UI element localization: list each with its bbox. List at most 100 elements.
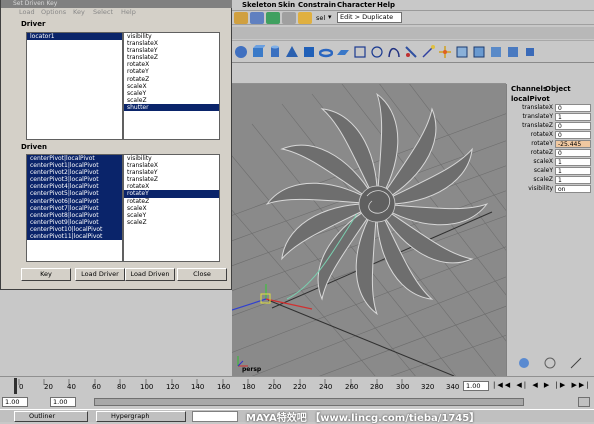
cube-icon[interactable]	[251, 45, 265, 59]
locator-icon[interactable]	[472, 45, 486, 59]
move-tool-icon[interactable]	[517, 356, 531, 370]
list-item[interactable]: rotateX	[124, 61, 219, 68]
list-item[interactable]: scaleY	[124, 90, 219, 97]
menu-help[interactable]: Help	[377, 1, 395, 9]
plane-icon[interactable]	[336, 45, 350, 59]
curve-tool-icon[interactable]	[387, 45, 401, 59]
menu-constrain[interactable]: Constrain	[298, 1, 336, 9]
hypergraph-button[interactable]: Hypergraph	[96, 411, 186, 422]
list-item[interactable]: rotateX	[124, 183, 219, 190]
list-item[interactable]: centerPivot1|localPivot	[27, 162, 122, 170]
persp-viewport[interactable]: persp	[232, 84, 506, 376]
render-icon[interactable]	[298, 12, 312, 24]
range-slider-bar[interactable]	[94, 398, 524, 406]
menu-key[interactable]: Key	[73, 8, 85, 16]
playback-controls[interactable]: |◀◀ ◀| ◀ ▶ |▶ ▶▶|	[493, 381, 591, 389]
list-item[interactable]: centerPivot9|localPivot	[27, 218, 122, 226]
list-item[interactable]: scaleX	[124, 83, 219, 90]
list-item[interactable]: centerPivot|localPivot	[27, 155, 122, 163]
lattice-icon[interactable]	[438, 45, 452, 59]
load-driver-button[interactable]: Load Driver	[75, 268, 125, 281]
cone-icon[interactable]	[285, 45, 299, 59]
channel-row-scaley[interactable]: scaleY 1	[507, 167, 594, 176]
quick-command-input[interactable]: Edit > Duplicate	[337, 12, 402, 23]
key-button[interactable]: Key	[21, 268, 71, 281]
channel-row-visibility[interactable]: visibility on	[507, 185, 594, 194]
channel-value-field[interactable]: 0	[555, 131, 591, 139]
list-item[interactable]: translateX	[124, 162, 219, 169]
list-item[interactable]: translateY	[124, 169, 219, 176]
channel-row-rotatex[interactable]: rotateX 0	[507, 131, 594, 140]
list-item[interactable]: centerPivot7|localPivot	[27, 204, 122, 212]
load-driven-button[interactable]: Load Driven	[125, 268, 175, 281]
start-time-field[interactable]: 1.00	[2, 397, 28, 407]
list-item[interactable]: visibility	[124, 155, 219, 162]
channel-value-field[interactable]: 1	[555, 113, 591, 121]
list-item[interactable]: centerPivot8|localPivot	[27, 211, 122, 219]
viewport-scene[interactable]	[232, 84, 506, 376]
channel-row-translatex[interactable]: translateX 0	[507, 104, 594, 113]
list-item[interactable]: scaleX	[124, 205, 219, 212]
channel-value-field[interactable]: 1	[555, 158, 591, 166]
channel-row-translatez[interactable]: translateZ 0	[507, 122, 594, 131]
list-item[interactable]: rotateZ	[124, 198, 219, 205]
snap-curve-icon[interactable]	[250, 12, 264, 24]
list-item[interactable]: centerPivot10|localPivot	[27, 225, 122, 234]
scale-tool-icon[interactable]	[569, 356, 583, 370]
cube-poly-icon[interactable]	[302, 45, 316, 59]
nurbs-square-icon[interactable]	[353, 45, 367, 59]
channel-value-field[interactable]: 0	[555, 104, 591, 112]
channel-value-field-keyed[interactable]: -25.445	[555, 140, 591, 148]
list-item[interactable]: scaleZ	[124, 97, 219, 104]
channel-value-field[interactable]: 0	[555, 122, 591, 130]
list-item[interactable]: translateZ	[124, 54, 219, 61]
list-item[interactable]: centerPivot11|localPivot	[27, 233, 122, 241]
channel-value-field[interactable]: 1	[555, 176, 591, 184]
current-frame-field[interactable]: 1.00	[463, 381, 489, 391]
channel-value-field[interactable]: 1	[555, 167, 591, 175]
list-item[interactable]: centerPivot5|localPivot	[27, 190, 122, 198]
dialog-title-bar[interactable]: Set Driven Key	[1, 0, 232, 8]
selection-mode-label[interactable]: sel	[316, 14, 325, 22]
time-slider[interactable]: 0 20 40 60 80 100 120 140 160 180 200 22…	[0, 376, 594, 396]
command-line-input[interactable]	[192, 411, 238, 422]
channel-row-scalez[interactable]: scaleZ 1	[507, 176, 594, 185]
list-item-selected[interactable]: shutter	[124, 103, 219, 112]
chevron-down-icon[interactable]: ▾	[328, 13, 332, 21]
snap-point-icon[interactable]	[266, 12, 280, 24]
menu-skeleton[interactable]: Skeleton	[242, 1, 277, 9]
list-item-selected[interactable]: rotateY	[124, 190, 219, 198]
list-item[interactable]: rotateZ	[124, 76, 219, 83]
ik-handle-icon[interactable]	[421, 45, 435, 59]
driven-object-list[interactable]: centerPivot|localPivot centerPivot1|loca…	[26, 154, 123, 262]
list-item[interactable]: centerPivot4|localPivot	[27, 183, 122, 191]
settings-icon[interactable]	[578, 397, 590, 407]
list-item[interactable]: centerPivot2|localPivot	[27, 169, 122, 177]
channel-row-translatey[interactable]: translateY 1	[507, 113, 594, 122]
torus-icon[interactable]	[319, 45, 333, 59]
list-item[interactable]: translateX	[124, 40, 219, 47]
menu-load[interactable]: Load	[19, 8, 35, 16]
driver-attribute-list[interactable]: visibility translateX translateY transla…	[123, 32, 220, 140]
outliner-button[interactable]: Outliner	[14, 411, 88, 422]
sphere-icon[interactable]	[234, 45, 248, 59]
channel-row-rotatey[interactable]: rotateY -25.445	[507, 140, 594, 149]
list-item[interactable]: translateZ	[124, 176, 219, 183]
cylinder-icon[interactable]	[268, 45, 282, 59]
nurbs-circle-icon[interactable]	[370, 45, 384, 59]
deformer-icon[interactable]	[455, 45, 469, 59]
menu-help[interactable]: Help	[121, 8, 136, 16]
list-item[interactable]: centerPivot6|localPivot	[27, 197, 122, 205]
shelf-tab-strip[interactable]	[232, 27, 594, 39]
list-item[interactable]: locator1	[27, 33, 122, 41]
list-item[interactable]: rotateY	[124, 68, 219, 75]
rotate-tool-icon[interactable]	[543, 356, 557, 370]
menu-select[interactable]: Select	[93, 8, 113, 16]
object-icon[interactable]	[523, 45, 537, 59]
list-item[interactable]: translateY	[124, 47, 219, 54]
range-start-field[interactable]: 1.00	[50, 397, 76, 407]
joint-tool-icon[interactable]	[404, 45, 418, 59]
driver-object-list[interactable]: locator1	[26, 32, 123, 140]
snap-grid-icon[interactable]	[234, 12, 248, 24]
list-item[interactable]: centerPivot3|localPivot	[27, 176, 122, 184]
